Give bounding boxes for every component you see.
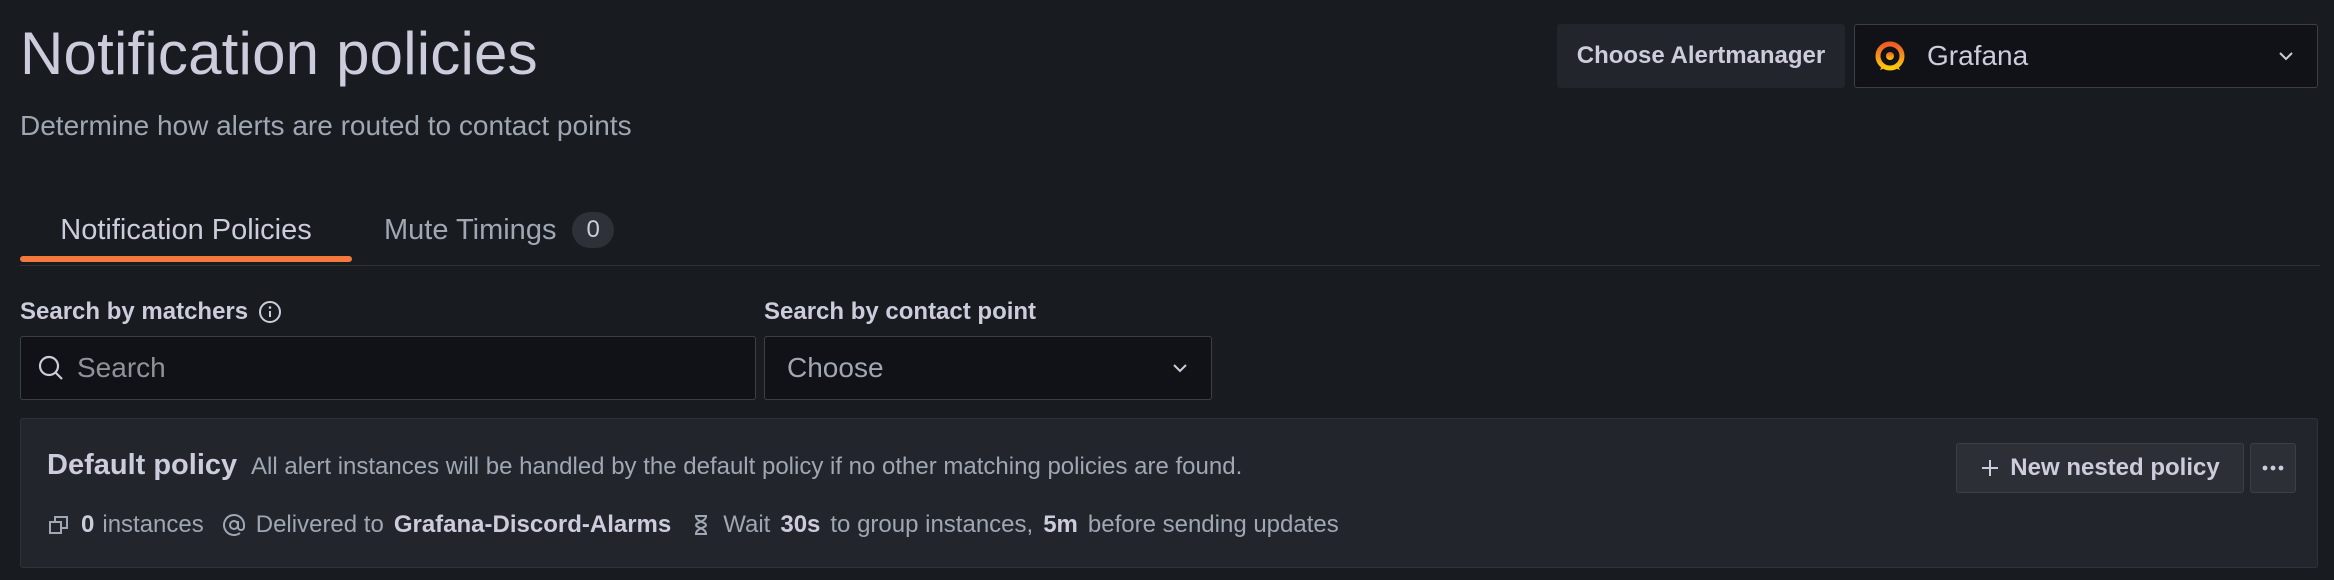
tabs-divider	[20, 265, 2320, 266]
grafana-logo-icon	[1875, 41, 1905, 71]
instances-label: instances	[102, 511, 204, 538]
hourglass-icon	[695, 515, 708, 535]
default-policy-card: Default policy All alert instances will …	[20, 418, 2318, 568]
plus-icon	[1982, 460, 1999, 476]
tab-label: Notification Policies	[60, 213, 312, 246]
new-nested-policy-label: New nested policy	[2010, 454, 2220, 481]
more-actions-button[interactable]	[2250, 443, 2296, 493]
notification-policies-page: Notification policies Determine how aler…	[0, 0, 2334, 580]
ellipsis-icon	[2262, 465, 2284, 471]
active-tab-indicator	[20, 256, 352, 262]
matchers-search-box	[20, 336, 756, 400]
matchers-label-text: Search by matchers	[20, 298, 249, 325]
wait-prefix: Wait	[723, 511, 771, 538]
tabs-bar: Notification Policies Mute Timings 0	[20, 196, 2320, 266]
group-wait-suffix: to group instances,	[830, 511, 1034, 538]
alertmanager-select[interactable]: Grafana	[1854, 24, 2318, 88]
group-interval-value: 5m	[1043, 511, 1078, 538]
group-wait-value: 30s	[780, 511, 821, 538]
new-nested-policy-button[interactable]: New nested policy	[1956, 443, 2244, 493]
policy-description: All alert instances will be handled by t…	[251, 453, 1243, 480]
matchers-search-input[interactable]	[75, 351, 755, 385]
tab-notification-policies[interactable]: Notification Policies	[20, 196, 352, 264]
instances-count: 0	[81, 511, 95, 538]
contact-point-select-value: Choose	[787, 352, 884, 383]
tab-label: Mute Timings	[384, 213, 557, 246]
matchers-filter-label: Search by matchers	[20, 298, 282, 326]
policy-metadata-row: 0 instances Delivered to Grafana-Discord…	[47, 511, 1339, 539]
alertmanager-selected-value: Grafana	[1927, 40, 2029, 71]
tab-mute-timings[interactable]: Mute Timings 0	[384, 196, 614, 264]
policy-title: Default policy	[47, 449, 238, 481]
delivered-prefix: Delivered to	[255, 511, 384, 538]
chevron-down-icon	[2279, 52, 2293, 61]
search-icon	[38, 355, 63, 380]
layers-icon	[49, 516, 68, 534]
mute-timings-counter-badge: 0	[572, 212, 614, 248]
at-sign-icon	[222, 514, 245, 536]
contact-point-select[interactable]: Choose	[764, 336, 1212, 400]
info-icon[interactable]	[258, 300, 282, 324]
alertmanager-label: Choose Alertmanager	[1557, 24, 1845, 88]
group-interval-suffix: before sending updates	[1087, 511, 1339, 538]
chevron-down-icon	[1173, 364, 1187, 373]
contact-point-link[interactable]: Grafana-Discord-Alarms	[394, 511, 671, 539]
contact-point-filter-label: Search by contact point	[764, 298, 1037, 325]
page-subtitle: Determine how alerts are routed to conta…	[20, 110, 632, 141]
page-title: Notification policies	[20, 20, 538, 87]
